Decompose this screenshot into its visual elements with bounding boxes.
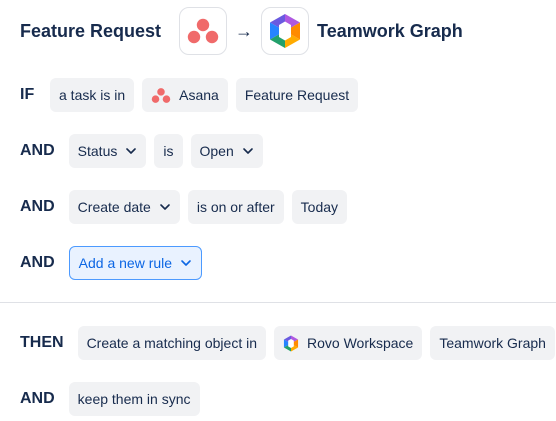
target-chip[interactable]: Teamwork Graph [430, 326, 555, 360]
chevron-down-icon [126, 148, 137, 154]
operator-chip[interactable]: is on or after [187, 190, 284, 224]
dropdown-label: Create date [77, 199, 151, 215]
rovo-graph-icon [270, 14, 301, 48]
target-title: Teamwork Graph [317, 20, 463, 41]
arrow-right-icon: → [235, 20, 254, 41]
and-keyword: AND [20, 390, 55, 407]
source-title: Feature Request [20, 20, 162, 41]
app-chip-asana[interactable]: Asana [142, 78, 228, 112]
date-field-dropdown[interactable]: Create date [68, 190, 180, 224]
project-chip[interactable]: Feature Request [235, 78, 359, 112]
date-value-chip[interactable]: Today [291, 190, 348, 224]
chevron-down-icon [181, 260, 191, 266]
date-rule-row: AND Create date is on or after Today [20, 190, 355, 224]
operator-chip[interactable]: is [154, 134, 183, 168]
sync-chip[interactable]: keep them in sync [68, 382, 200, 416]
condition-chip[interactable]: a task is in [50, 78, 135, 112]
dropdown-label: Open [199, 143, 234, 159]
add-rule-row: AND Add a new rule [20, 246, 210, 280]
section-divider [0, 302, 556, 303]
then-row: THEN Create a matching object in Rovo Wo… [20, 326, 556, 360]
workspace-chip[interactable]: Rovo Workspace [274, 326, 423, 360]
rovo-graph-icon [283, 335, 299, 352]
status-field-dropdown[interactable]: Status [68, 134, 147, 168]
action-chip[interactable]: Create a matching object in [77, 326, 266, 360]
header: Feature Request → Teamwork Graph [20, 7, 463, 55]
and-keyword: AND [20, 254, 55, 271]
add-rule-button[interactable]: Add a new rule [68, 246, 203, 280]
add-rule-label: Add a new rule [78, 255, 173, 271]
chevron-down-icon [242, 148, 253, 154]
workspace-chip-label: Rovo Workspace [307, 335, 414, 351]
sync-row: AND keep them in sync [20, 382, 208, 416]
chevron-down-icon [160, 204, 170, 210]
and-keyword: AND [20, 142, 55, 159]
if-row: IF a task is in Asana Feature Request [20, 78, 366, 112]
asana-icon [187, 18, 219, 44]
status-value-dropdown[interactable]: Open [190, 134, 263, 168]
then-keyword: THEN [20, 334, 64, 351]
asana-icon [151, 87, 171, 104]
asana-app-tile [179, 7, 228, 55]
graph-app-tile [261, 7, 310, 55]
status-rule-row: AND Status is Open [20, 134, 271, 168]
dropdown-label: Status [77, 143, 118, 159]
and-keyword: AND [20, 198, 55, 215]
app-chip-label: Asana [179, 87, 219, 103]
if-keyword: IF [20, 86, 35, 103]
